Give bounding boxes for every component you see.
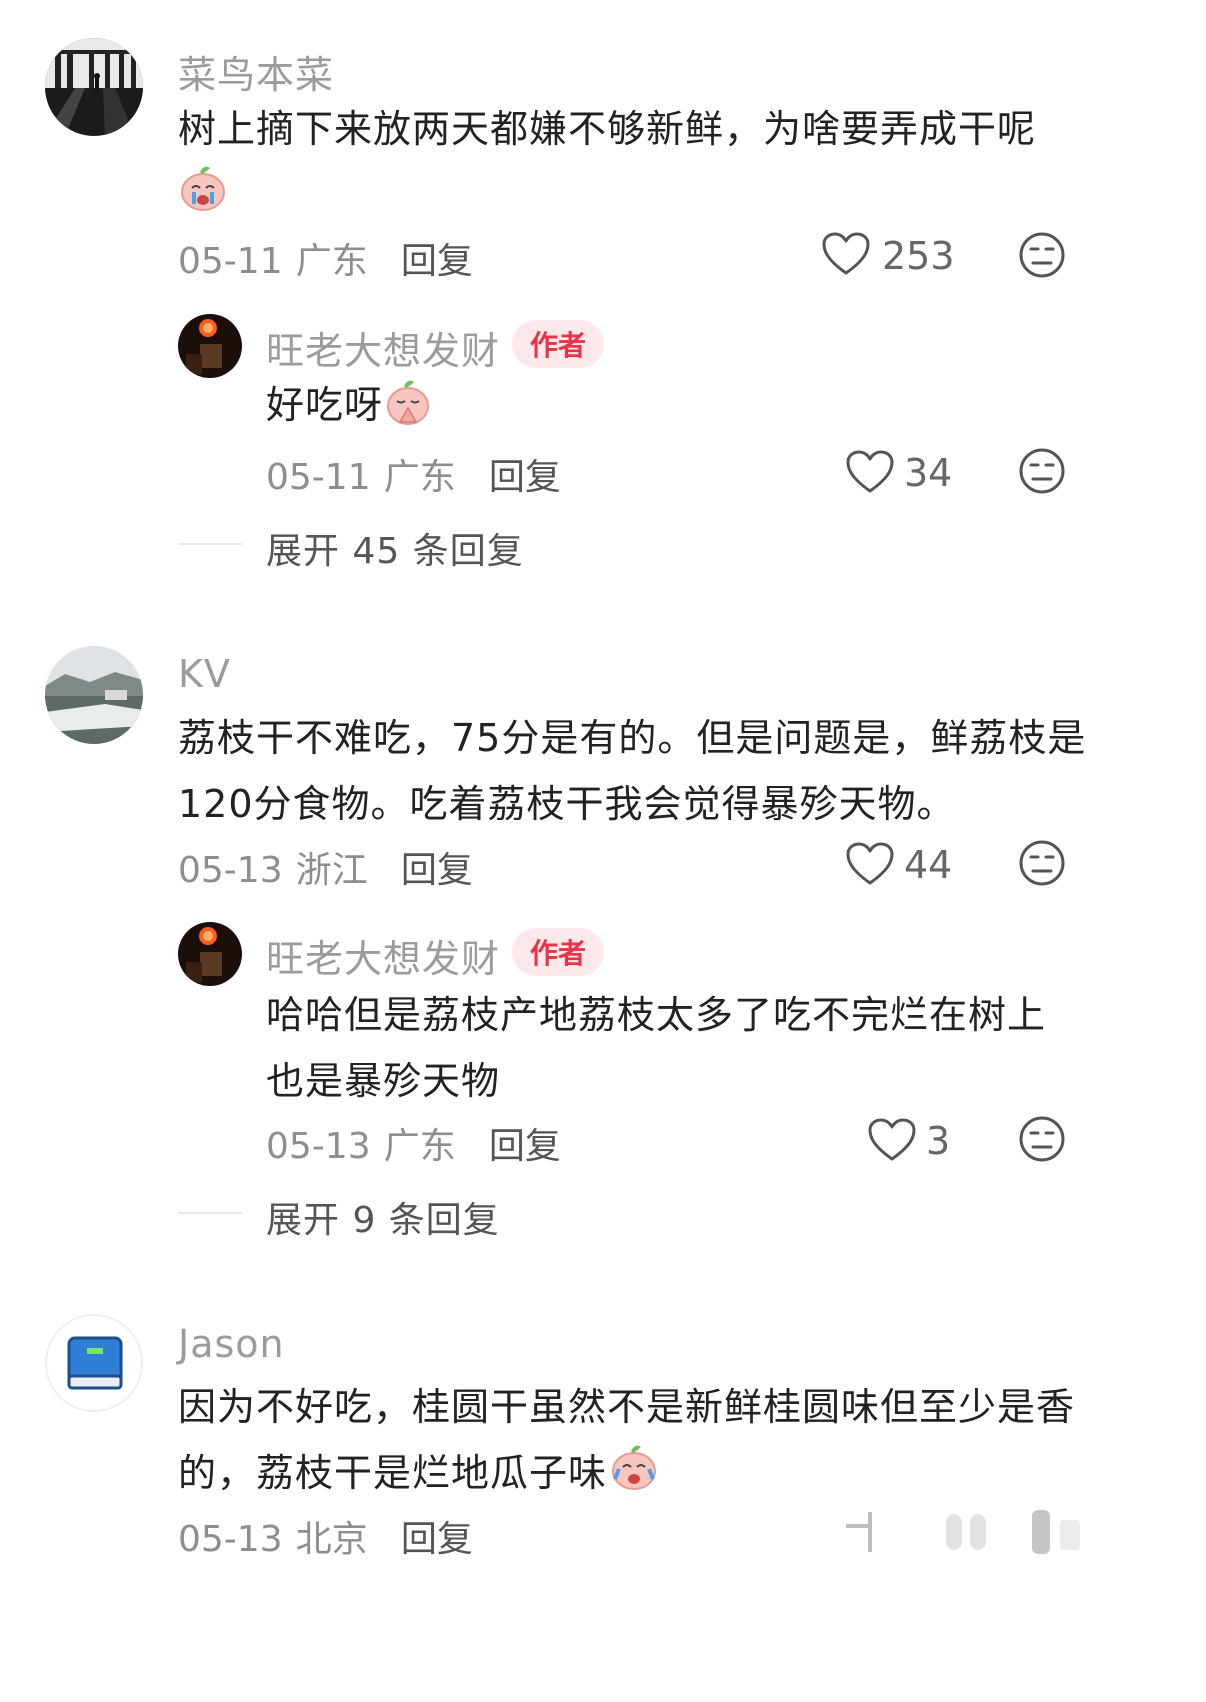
comment-text-line: 的，荔枝干是烂地瓜子味 [178,1440,1098,1511]
like-count: 44 [904,843,953,887]
reply-location: 广东 [383,457,456,498]
expand-divider [178,543,242,545]
heart-outline-icon[interactable] [846,842,894,886]
comment-location: 浙江 [295,850,368,891]
comment-meta: 05-11 广东 回复 [178,232,473,284]
comment-text-line: 120分食物。吃着荔枝干我会觉得暴殄天物。 [178,782,956,826]
reply-date: 05-13 [266,1126,371,1167]
comment-location: 广东 [295,241,368,282]
reply-text: 哈哈但是荔枝产地荔枝太多了吃不完烂在树上 也是暴殄天物 [266,982,1096,1114]
avatar-kv[interactable] [45,646,143,744]
expand-replies-button[interactable]: 展开 9 条回复 [266,1191,500,1243]
avatar-cainiao[interactable] [45,38,143,136]
comment-date: 05-13 [178,1519,283,1560]
comment-date: 05-11 [178,241,283,282]
reply-username[interactable]: 旺老大想发财 [266,928,500,983]
reply-button[interactable]: 回复 [401,241,473,282]
reply-button[interactable]: 回复 [401,850,473,891]
crying-peach-emoji-icon [178,162,228,216]
neutral-face-icon[interactable] [1018,447,1066,495]
heart-outline-icon[interactable] [822,232,870,276]
expand-divider [178,1212,242,1214]
comment-meta: 05-13 浙江 回复 [178,841,473,893]
like-count: 253 [882,234,955,278]
watermark-logo [846,1508,1096,1562]
comment-text-line-content: 的，荔枝干是烂地瓜子味 [178,1451,608,1495]
avatar-wanglaoda[interactable] [178,314,242,378]
like-count: 34 [904,451,953,495]
neutral-face-icon[interactable] [1018,839,1066,887]
comment-text-line: 因为不好吃，桂圆干虽然不是新鲜桂圆味但至少是香 [178,1385,1076,1429]
author-badge: 作者 [512,320,605,368]
comment-text: 树上摘下来放两天都嫌不够新鲜，为啥要弄成干呢 [178,96,1078,162]
reply-button[interactable]: 回复 [401,1519,473,1560]
author-badge: 作者 [512,928,605,976]
comment-location: 北京 [295,1519,368,1560]
reply-location: 广东 [383,1126,456,1167]
heart-outline-icon[interactable] [868,1118,916,1162]
comment-username[interactable]: Jason [178,1322,285,1366]
neutral-face-icon[interactable] [1018,1115,1066,1163]
avatar-jason[interactable] [45,1314,143,1412]
heart-outline-icon[interactable] [846,450,894,494]
expand-replies-button[interactable]: 展开 45 条回复 [266,522,524,574]
crying-peach-emoji-icon [609,1441,659,1511]
avatar-wanglaoda[interactable] [178,922,242,986]
praying-peach-emoji-icon [384,376,432,430]
reply-text: 好吃呀 [266,372,383,438]
comment-text: 因为不好吃，桂圆干虽然不是新鲜桂圆味但至少是香 的，荔枝干是烂地瓜子味 [178,1374,1098,1511]
neutral-face-icon[interactable] [1018,231,1066,279]
comment-username[interactable]: KV [178,652,231,696]
reply-text-content: 好吃呀 [266,383,384,427]
reply-meta: 05-13 广东 回复 [266,1117,561,1169]
comment-meta: 05-13 北京 回复 [178,1510,473,1562]
comment-date: 05-13 [178,850,283,891]
reply-date: 05-11 [266,457,371,498]
reply-username[interactable]: 旺老大想发财 [266,320,500,375]
reply-text-line: 哈哈但是荔枝产地荔枝太多了吃不完烂在树上 [266,993,1047,1037]
comment-text: 荔枝干不难吃，75分是有的。但是问题是，鲜荔枝是 120分食物。吃着荔枝干我会觉… [178,705,1098,837]
comment-text-content: 树上摘下来放两天都嫌不够新鲜，为啥要弄成干呢 [178,107,1037,151]
reply-button[interactable]: 回复 [489,457,561,498]
comment-text-line: 荔枝干不难吃，75分是有的。但是问题是，鲜荔枝是 [178,716,1087,760]
reply-meta: 05-11 广东 回复 [266,448,561,500]
like-count: 3 [926,1119,951,1163]
reply-text-line: 也是暴殄天物 [266,1059,501,1103]
reply-button[interactable]: 回复 [489,1126,561,1167]
comment-username[interactable]: 菜鸟本菜 [178,44,334,99]
